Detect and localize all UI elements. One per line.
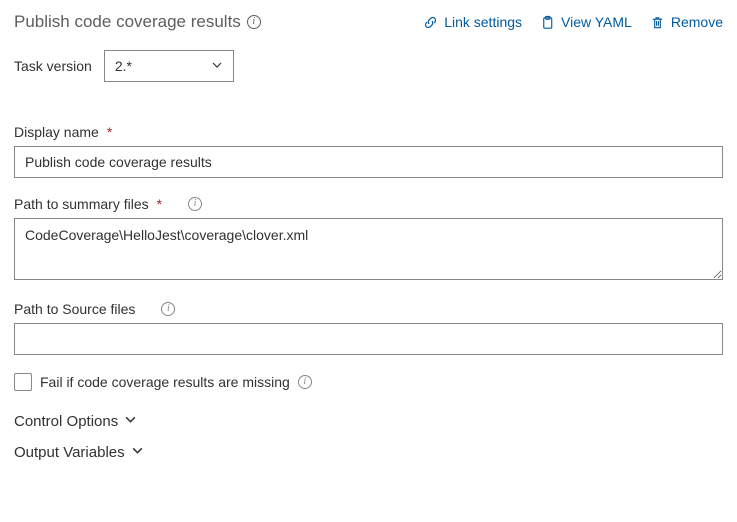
info-icon[interactable]: i	[161, 302, 175, 316]
chevron-down-icon	[124, 413, 137, 430]
required-marker: *	[157, 196, 162, 212]
task-version-select[interactable]: 2.*	[104, 50, 234, 82]
summary-path-label: Path to summary files	[14, 196, 149, 212]
required-marker: *	[107, 124, 112, 140]
clipboard-icon	[540, 15, 555, 30]
source-path-input[interactable]	[14, 323, 723, 355]
task-version-label: Task version	[14, 58, 92, 74]
output-variables-section[interactable]: Output Variables	[14, 444, 723, 461]
fail-checkbox-label: Fail if code coverage results are missin…	[40, 374, 290, 390]
display-name-field: Display name *	[14, 124, 723, 178]
panel-title: Publish code coverage results	[14, 12, 241, 32]
control-options-label: Control Options	[14, 413, 118, 430]
link-settings-label: Link settings	[444, 14, 522, 30]
control-options-section[interactable]: Control Options	[14, 413, 723, 430]
task-version-row: Task version 2.*	[14, 50, 723, 82]
view-yaml-label: View YAML	[561, 14, 632, 30]
chevron-down-icon	[131, 444, 144, 461]
header-actions: Link settings View YAML Remove	[423, 14, 723, 30]
summary-path-field: Path to summary files * i	[14, 196, 723, 283]
info-icon[interactable]: i	[298, 375, 312, 389]
link-settings-button[interactable]: Link settings	[423, 14, 522, 30]
display-name-input[interactable]	[14, 146, 723, 178]
remove-button[interactable]: Remove	[650, 14, 723, 30]
fail-checkbox-row: Fail if code coverage results are missin…	[14, 373, 723, 391]
info-icon[interactable]: i	[247, 15, 261, 29]
remove-label: Remove	[671, 14, 723, 30]
view-yaml-button[interactable]: View YAML	[540, 14, 632, 30]
summary-path-input[interactable]	[14, 218, 723, 280]
link-icon	[423, 15, 438, 30]
panel-header: Publish code coverage results i Link set…	[14, 12, 723, 32]
trash-icon	[650, 15, 665, 30]
display-name-label: Display name	[14, 124, 99, 140]
source-path-label: Path to Source files	[14, 301, 135, 317]
output-variables-label: Output Variables	[14, 444, 125, 461]
task-version-value: 2.*	[115, 58, 132, 74]
info-icon[interactable]: i	[188, 197, 202, 211]
source-path-field: Path to Source files i	[14, 301, 723, 355]
fail-checkbox[interactable]	[14, 373, 32, 391]
chevron-down-icon	[211, 58, 223, 74]
